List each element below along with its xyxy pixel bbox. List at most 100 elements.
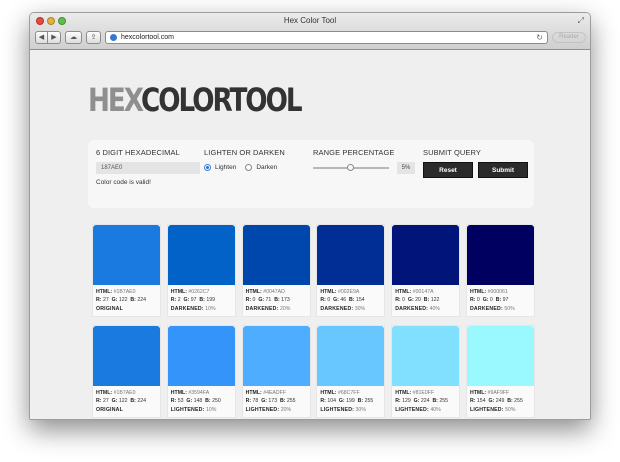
g-value: 224 [420,398,430,405]
b-key: B: [423,297,430,304]
site-logo[interactable]: HEXCOLORTOOL [88,81,303,119]
variant-percent: 10% [205,305,216,312]
html-line: HTML: #9AF9FF [470,389,530,397]
b-key: B: [357,398,364,405]
color-swatch[interactable] [93,225,160,285]
color-swatch[interactable] [242,225,310,285]
color-card[interactable]: HTML: #1B7AE0 R: 27 G: 122 B: 224 ORIGINAL [92,224,161,317]
submit-button[interactable]: Submit [478,162,528,178]
range-slider[interactable] [313,164,389,171]
hex-value: #1B7AE0 [113,390,136,396]
variant-percent: 40% [429,305,440,312]
color-swatch[interactable] [317,225,385,285]
variant-caption: ORIGINAL [96,406,123,413]
forward-arrow-icon: ▶ [51,34,57,41]
color-swatch[interactable] [392,225,460,285]
r-value: 0 [252,297,256,304]
g-key: G: [111,297,118,304]
darken-radio[interactable]: Darken [245,164,277,171]
color-card[interactable]: HTML: #000061 R: 0 G: 0 B: 97 DARKENED: 50… [465,224,535,317]
range-percent-field[interactable]: 5% [397,162,415,174]
b-value: 154 [355,297,365,304]
hex-input[interactable]: 187AE0 [96,162,200,174]
hex-value: #002E9A [337,289,360,295]
b-key: B: [279,398,286,405]
color-card[interactable]: HTML: #0047AD R: 0 G: 71 B: 173 DARKENED: … [241,224,311,317]
color-swatch[interactable] [466,225,534,285]
html-line: HTML: #81E0FF [395,389,455,397]
color-card[interactable]: HTML: #3594FA R: 53 G: 148 B: 250 LIGHTENE… [166,325,236,418]
color-swatch[interactable] [167,326,235,386]
b-key: B: [205,398,211,405]
url-text: hexcolortool.com [121,33,174,41]
range-slider-handle[interactable] [347,164,354,171]
color-card[interactable]: HTML: #4EADFF R: 78 G: 173 B: 255 LIGHTENE… [241,325,311,418]
variant-percent: 10% [205,406,217,413]
logo-tool: TOOL [229,81,302,119]
logo-hex: HEX [88,81,143,119]
caption-line: DARKENED: 20% [246,305,306,313]
variant-caption: DARKENED: [245,305,279,312]
rgb-line: R: 154 G: 249 B: 255 [470,397,530,405]
color-swatch[interactable] [317,326,385,386]
r-value: 0 [402,297,406,304]
address-bar[interactable]: hexcolortool.com ↻ [105,30,548,44]
lighten-radio-dot[interactable] [204,164,211,171]
darken-radio-label: Darken [256,164,278,171]
b-value: 255 [439,398,449,405]
g-value: 122 [118,297,128,304]
color-swatch[interactable] [93,326,160,386]
icloud-button[interactable]: ☁ [65,30,82,44]
reader-button[interactable]: Reader [552,31,586,43]
r-key: R: [395,398,401,405]
html-line: HTML: #1B7AE0 [96,389,156,397]
color-card[interactable]: HTML: #1B7AE0 R: 27 G: 122 B: 224 ORIGINAL [92,325,161,418]
caption-line: LIGHTENED: 40% [395,406,455,414]
hex-label: 6 DIGIT HEXADECIMAL [96,148,180,157]
b-value: 199 [206,297,215,304]
lighten-radio[interactable]: Lighten [204,164,236,171]
r-value: 0 [476,297,480,304]
color-card[interactable]: HTML: #9AF9FF R: 154 G: 249 B: 255 LIGHTEN… [465,325,535,418]
color-card[interactable]: HTML: #002E9A R: 0 G: 46 B: 154 DARKENED: … [316,224,386,317]
rgb-line: R: 0 G: 20 B: 122 [395,296,455,304]
browser-window: Hex Color Tool ⤢ ◀ ▶ ☁ ⇪ hexcolortool.co… [29,12,591,420]
b-key: B: [349,297,355,304]
b-key: B: [130,297,136,304]
share-button[interactable]: ⇪ [86,30,101,44]
color-swatch[interactable] [167,225,235,285]
r-key: R: [469,398,476,405]
rgb-line: R: 53 G: 148 B: 250 [171,397,231,405]
color-card[interactable]: HTML: #0262C7 R: 2 G: 97 B: 199 DARKENED: … [166,224,236,317]
color-card[interactable]: HTML: #68C7FF R: 104 G: 199 B: 255 LIGHTEN… [316,325,386,418]
reset-button[interactable]: Reset [423,162,473,178]
g-value: 199 [346,398,355,405]
darken-results: HTML: #1B7AE0 R: 27 G: 122 B: 224 ORIGINAL… [92,224,535,317]
variant-caption: ORIGINAL [96,305,123,312]
b-value: 122 [430,297,440,304]
color-card[interactable]: HTML: #00147A R: 0 G: 20 B: 122 DARKENED: … [391,224,461,317]
color-swatch[interactable] [466,326,534,386]
g-value: 148 [193,398,203,405]
g-key: G: [186,398,193,405]
g-value: 249 [495,398,505,405]
fullscreen-icon[interactable]: ⤢ [578,16,584,26]
variant-percent: 50% [504,305,515,312]
color-card[interactable]: HTML: #81E0FF R: 129 G: 224 B: 255 LIGHTEN… [391,325,461,418]
color-swatch[interactable] [242,326,310,386]
forward-button[interactable]: ▶ [48,30,61,44]
g-value: 97 [190,297,197,304]
range-label: RANGE PERCENTAGE [313,148,395,157]
html-key: HTML: [395,390,412,396]
color-info: HTML: #3594FA R: 53 G: 148 B: 250 LIGHTENE… [168,386,235,414]
color-swatch[interactable] [392,326,460,386]
r-value: 129 [402,398,411,405]
rgb-line: R: 27 G: 122 B: 224 [96,397,156,405]
reload-icon[interactable]: ↻ [536,33,543,42]
query-panel: 6 DIGIT HEXADECIMAL 187AE0 Color code is… [88,140,534,208]
darken-radio-dot[interactable] [245,164,253,171]
back-button[interactable]: ◀ [35,30,48,44]
html-line: HTML: #4EADFF [246,389,306,397]
caption-line: LIGHTENED: 50% [470,406,530,414]
rgb-line: R: 27 G: 122 B: 224 [96,296,156,304]
